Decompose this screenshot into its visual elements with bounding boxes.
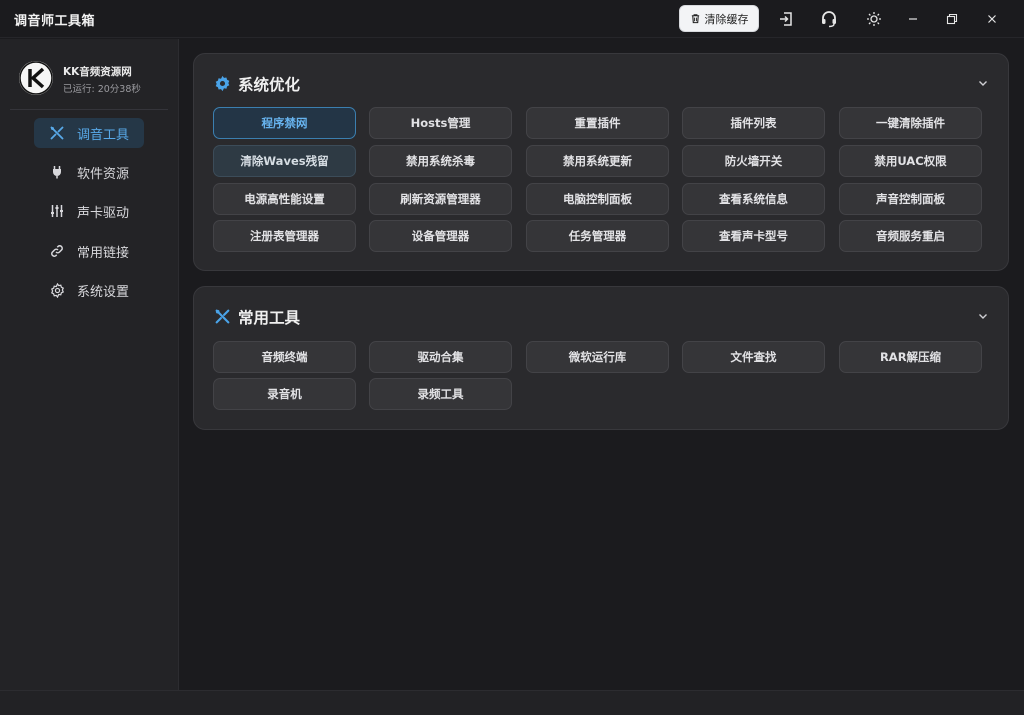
disable-antivirus-button[interactable]: 禁用系统杀毒 xyxy=(369,145,512,177)
profile-card: KK音频资源网 已运行: 20分38秒 xyxy=(16,61,166,101)
profile-name: KK音频资源网 xyxy=(63,66,132,78)
sound-card-model-button[interactable]: 查看声卡型号 xyxy=(682,220,825,252)
clear-all-plugins-button[interactable]: 一键清除插件 xyxy=(839,107,982,139)
system-info-button[interactable]: 查看系统信息 xyxy=(682,183,825,215)
tools-icon xyxy=(48,124,66,142)
gear-icon xyxy=(48,281,66,299)
sidebar-item-label: 系统设置 xyxy=(77,284,130,300)
clear-cache-button[interactable]: 清除缓存 xyxy=(679,5,759,32)
task-manager-button[interactable]: 任务管理器 xyxy=(526,220,669,252)
screen-recorder-button[interactable]: 录频工具 xyxy=(369,378,512,410)
link-icon xyxy=(48,242,66,260)
sidebar: KK音频资源网 已运行: 20分38秒 调音工具 软件资源 声卡驱动 常用链接 … xyxy=(0,39,179,690)
restart-audio-service-button[interactable]: 音频服务重启 xyxy=(839,220,982,252)
panel-common-tools: 常用工具 音频终端 驱动合集 微软运行库 文件查找 RAR解压缩 录音机 录频工… xyxy=(193,286,1009,430)
refresh-explorer-button[interactable]: 刷新资源管理器 xyxy=(369,183,512,215)
app-window: 调音师工具箱 清除缓存 KK音频资源网 已运行: 20分38秒 调音工具 软件资… xyxy=(0,0,1024,715)
sidebar-item-label: 调音工具 xyxy=(77,127,130,143)
clear-waves-residue-button[interactable]: 清除Waves残留 xyxy=(213,145,356,177)
power-high-performance-button[interactable]: 电源高性能设置 xyxy=(213,183,356,215)
disable-updates-button[interactable]: 禁用系统更新 xyxy=(526,145,669,177)
clear-cache-label: 清除缓存 xyxy=(704,12,749,26)
hosts-manager-button[interactable]: Hosts管理 xyxy=(369,107,512,139)
chevron-down-icon[interactable] xyxy=(976,76,990,90)
app-title: 调音师工具箱 xyxy=(14,14,96,29)
tools-icon xyxy=(213,307,231,325)
section-title: 常用工具 xyxy=(238,309,301,327)
block-program-network-button[interactable]: 程序禁网 xyxy=(213,107,356,139)
recorder-button[interactable]: 录音机 xyxy=(213,378,356,410)
firewall-toggle-button[interactable]: 防火墙开关 xyxy=(682,145,825,177)
plugin-list-button[interactable]: 插件列表 xyxy=(682,107,825,139)
disable-uac-button[interactable]: 禁用UAC权限 xyxy=(839,145,982,177)
trash-icon xyxy=(690,13,701,24)
minimize-icon[interactable] xyxy=(902,8,924,30)
restore-icon[interactable] xyxy=(941,8,963,30)
panel-system-optimization: 系统优化 程序禁网 Hosts管理 重置插件 插件列表 一键清除插件 清除Wav… xyxy=(193,53,1009,271)
title-bar: 调音师工具箱 清除缓存 xyxy=(0,0,1024,38)
ms-runtime-button[interactable]: 微软运行库 xyxy=(526,341,669,373)
control-panel-button[interactable]: 电脑控制面板 xyxy=(526,183,669,215)
sidebar-item-tuning-tools[interactable]: 调音工具 xyxy=(34,118,144,148)
file-search-button[interactable]: 文件查找 xyxy=(682,341,825,373)
sidebar-item-settings[interactable]: 系统设置 xyxy=(34,275,144,305)
section-title: 系统优化 xyxy=(238,76,301,94)
plug-icon xyxy=(48,163,66,181)
audio-terminal-button[interactable]: 音频终端 xyxy=(213,341,356,373)
runtime-status: 已运行: 20分38秒 xyxy=(63,84,141,95)
logout-icon[interactable] xyxy=(775,8,797,30)
sliders-icon xyxy=(48,202,66,220)
sidebar-item-label: 常用链接 xyxy=(77,245,130,261)
sidebar-item-label: 软件资源 xyxy=(77,166,130,182)
headset-icon[interactable] xyxy=(818,8,840,30)
sidebar-item-links[interactable]: 常用链接 xyxy=(34,236,144,266)
sidebar-item-software[interactable]: 软件资源 xyxy=(34,157,144,187)
status-bar xyxy=(0,690,1024,715)
sound-control-panel-button[interactable]: 声音控制面板 xyxy=(839,183,982,215)
rar-extract-button[interactable]: RAR解压缩 xyxy=(839,341,982,373)
reset-plugins-button[interactable]: 重置插件 xyxy=(526,107,669,139)
sidebar-item-label: 声卡驱动 xyxy=(77,205,130,221)
sidebar-item-sound-driver[interactable]: 声卡驱动 xyxy=(34,196,144,226)
registry-editor-button[interactable]: 注册表管理器 xyxy=(213,220,356,252)
avatar xyxy=(19,61,53,95)
driver-collection-button[interactable]: 驱动合集 xyxy=(369,341,512,373)
device-manager-button[interactable]: 设备管理器 xyxy=(369,220,512,252)
sidebar-divider xyxy=(10,109,168,110)
chevron-down-icon[interactable] xyxy=(976,309,990,323)
close-icon[interactable] xyxy=(981,8,1003,30)
theme-sun-icon[interactable] xyxy=(863,8,885,30)
gear-icon xyxy=(213,74,231,92)
